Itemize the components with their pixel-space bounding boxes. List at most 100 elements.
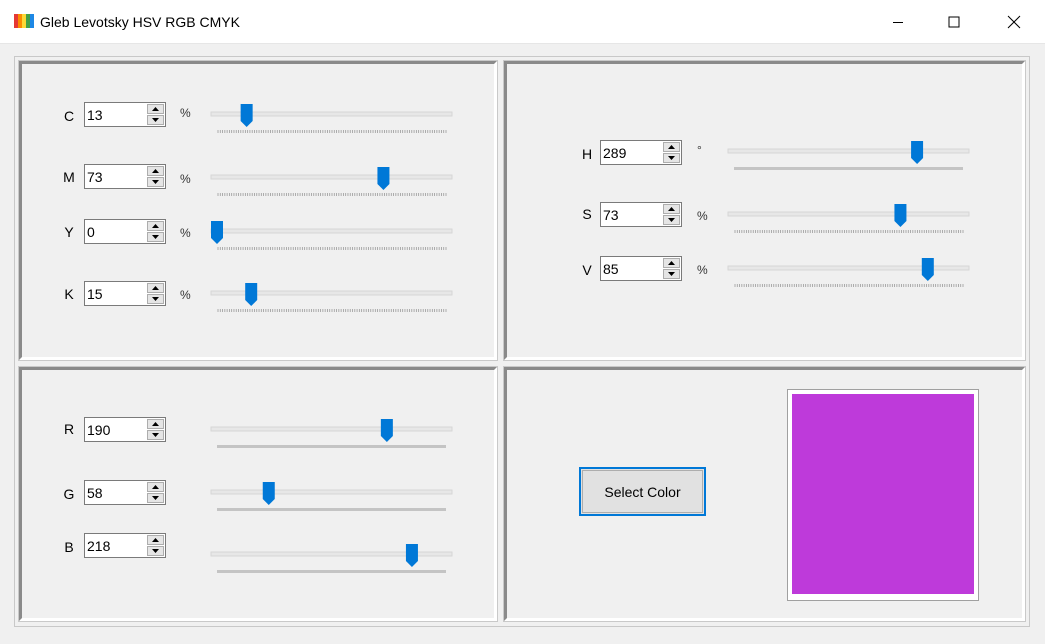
slider-ticks: [217, 309, 447, 312]
slider-graphic: [727, 204, 970, 233]
slider-graphic: [210, 283, 453, 312]
arrow-down-icon: [152, 235, 159, 239]
v-numeric-field[interactable]: 85: [600, 256, 682, 281]
window-title: Gleb Levotsky HSV RGB CMYK: [40, 14, 240, 30]
arrow-up-icon: [152, 286, 159, 290]
slider-graphic: [210, 221, 453, 250]
spin-up-button[interactable]: [147, 482, 164, 492]
spin-down-button[interactable]: [663, 269, 680, 279]
slider-thumb[interactable]: [245, 283, 258, 306]
slider-thumb[interactable]: [380, 419, 393, 442]
spin-down-button[interactable]: [663, 215, 680, 225]
spin-down-button[interactable]: [147, 115, 164, 125]
slider-ticks: [734, 230, 964, 233]
g-numeric-field[interactable]: 58: [84, 480, 166, 505]
spin-up-button[interactable]: [663, 204, 680, 214]
arrow-down-icon: [668, 272, 675, 276]
r-slider[interactable]: [210, 418, 454, 458]
maximize-icon: [948, 16, 960, 27]
spin-down-button[interactable]: [147, 177, 164, 187]
y-numeric-field[interactable]: 0: [84, 219, 166, 244]
slider-thumb[interactable]: [377, 167, 390, 190]
spin-down-button[interactable]: [147, 430, 164, 440]
unit-label: %: [697, 209, 708, 223]
unit-label: °: [697, 143, 702, 157]
spin-buttons: [147, 419, 164, 440]
r-value: 190: [87, 422, 111, 438]
s-numeric-field[interactable]: 73: [600, 202, 682, 227]
b-slider[interactable]: [210, 543, 454, 583]
slider-track: [210, 228, 453, 234]
spin-up-button[interactable]: [147, 166, 164, 176]
slider-thumb[interactable]: [911, 141, 924, 164]
c-numeric-field[interactable]: 13: [84, 102, 166, 127]
maximize-button[interactable]: [931, 0, 977, 43]
slider-track: [210, 426, 453, 432]
k-numeric-field[interactable]: 15: [84, 281, 166, 306]
y-slider[interactable]: [210, 220, 454, 260]
select-color-button[interactable]: Select Color: [579, 467, 706, 516]
spin-up-button[interactable]: [147, 221, 164, 231]
spin-up-button[interactable]: [663, 142, 680, 152]
arrow-down-icon: [152, 118, 159, 122]
arrow-down-icon: [668, 156, 675, 160]
slider-track: [210, 489, 453, 495]
slider-track: [210, 174, 453, 180]
spin-up-button[interactable]: [663, 258, 680, 268]
slider-ticks: [217, 193, 447, 196]
spin-up-button[interactable]: [147, 104, 164, 114]
slider-thumb[interactable]: [211, 221, 223, 244]
h-numeric-field[interactable]: 289: [600, 140, 682, 165]
slider-thumb[interactable]: [921, 258, 934, 281]
minimize-icon: [893, 21, 903, 23]
c-slider[interactable]: [210, 103, 454, 143]
minimize-button[interactable]: [875, 0, 921, 43]
spin-buttons: [663, 258, 680, 279]
spin-buttons: [147, 482, 164, 503]
arrow-up-icon: [668, 145, 675, 149]
cmyk-label: Y: [64, 224, 74, 240]
slider-graphic: [210, 544, 453, 573]
v-slider[interactable]: [727, 257, 971, 297]
m-numeric-field[interactable]: 73: [84, 164, 166, 189]
slider-tick-bar: [217, 445, 446, 448]
h-slider[interactable]: [727, 140, 971, 180]
spin-down-button[interactable]: [147, 546, 164, 556]
arrow-up-icon: [152, 538, 159, 542]
s-slider[interactable]: [727, 203, 971, 243]
spin-down-button[interactable]: [147, 493, 164, 503]
slider-thumb[interactable]: [894, 204, 907, 227]
k-value: 15: [87, 286, 103, 302]
slider-tick-bar: [217, 570, 446, 573]
m-value: 73: [87, 169, 103, 185]
unit-label: %: [180, 106, 191, 120]
r-numeric-field[interactable]: 190: [84, 417, 166, 442]
b-numeric-field[interactable]: 218: [84, 533, 166, 558]
rgb-label: R: [63, 421, 75, 437]
spin-buttons: [663, 204, 680, 225]
spin-up-button[interactable]: [147, 419, 164, 429]
m-slider[interactable]: [210, 166, 454, 206]
h-value: 289: [603, 145, 627, 161]
hsv-label: V: [582, 262, 592, 278]
spin-up-button[interactable]: [147, 535, 164, 545]
arrow-down-icon: [152, 297, 159, 301]
spin-down-button[interactable]: [147, 232, 164, 242]
spin-up-button[interactable]: [147, 283, 164, 293]
slider-thumb[interactable]: [262, 482, 275, 505]
spin-down-button[interactable]: [147, 294, 164, 304]
slider-graphic: [727, 141, 970, 170]
k-slider[interactable]: [210, 282, 454, 322]
spin-buttons: [147, 283, 164, 304]
spin-down-button[interactable]: [663, 153, 680, 163]
slider-thumb[interactable]: [405, 544, 418, 567]
s-value: 73: [603, 207, 619, 223]
spin-buttons: [147, 535, 164, 556]
arrow-up-icon: [668, 207, 675, 211]
slider-thumb[interactable]: [240, 104, 253, 127]
arrow-down-icon: [668, 218, 675, 222]
close-button[interactable]: [991, 0, 1037, 43]
g-slider[interactable]: [210, 481, 454, 521]
arrow-down-icon: [152, 549, 159, 553]
slider-graphic: [210, 419, 453, 448]
